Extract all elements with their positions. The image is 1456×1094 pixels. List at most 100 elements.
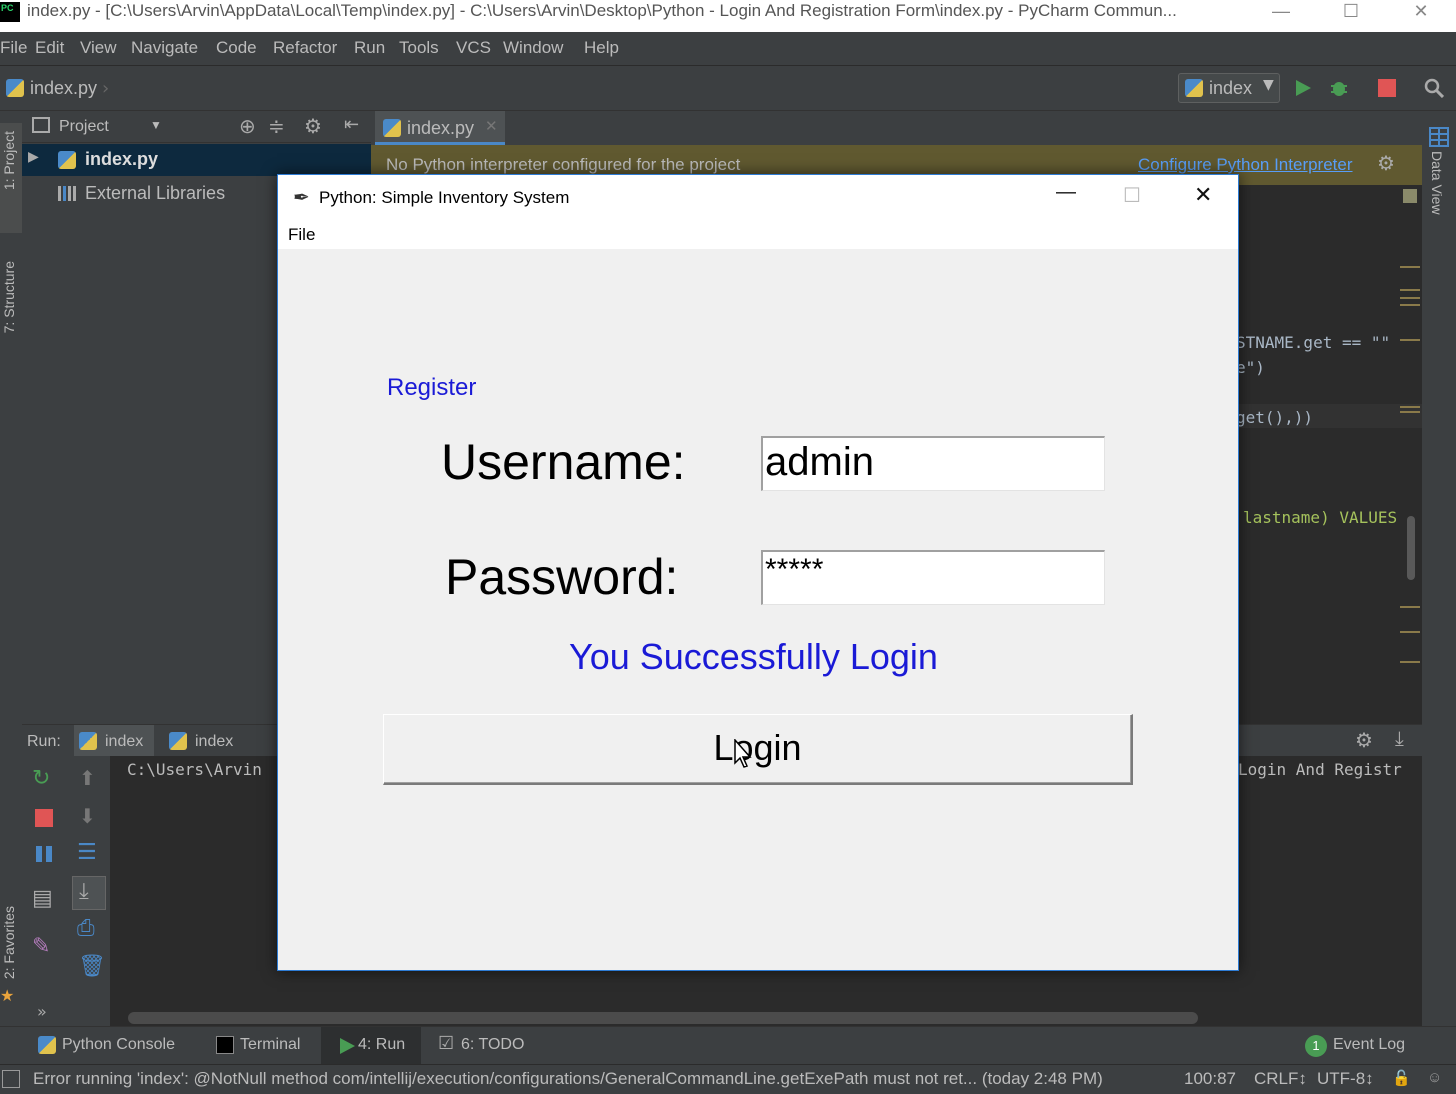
menu-window[interactable]: Window [503, 38, 563, 58]
navigation-bar: index.py › index ▼ [0, 66, 1456, 111]
run-config-select[interactable]: index ▼ [1178, 73, 1280, 103]
debug-icon[interactable] [1329, 78, 1349, 98]
run-icon[interactable] [1293, 78, 1313, 98]
tool-project[interactable]: 1: Project [1, 131, 17, 190]
left-tool-strip: 1: Project 7: Structure 2: Favorites ★ [0, 111, 22, 1026]
password-input[interactable]: ***** [761, 550, 1105, 605]
expand-icon[interactable]: ▶ [28, 149, 39, 165]
collapse-icon[interactable]: ≑ [268, 114, 285, 139]
tk-app-window: ✒ Python: Simple Inventory System — ☐ ✕ … [277, 174, 1239, 971]
tab-run-label: 4: Run [358, 1036, 406, 1053]
tool-data-view[interactable]: Data View [1429, 151, 1445, 215]
menu-refactor[interactable]: Refactor [273, 38, 337, 58]
python-file-icon [6, 79, 24, 97]
menu-help[interactable]: Help [584, 38, 619, 58]
cursor-position[interactable]: 100:87 [1184, 1069, 1236, 1089]
hide-panel-icon[interactable]: ⇤ [344, 114, 359, 135]
run-tab-index[interactable]: index [74, 725, 154, 757]
right-tool-strip: Data View [1422, 111, 1456, 1026]
tk-menu-file[interactable]: File [288, 225, 315, 245]
tk-close-button[interactable]: ✕ [1194, 182, 1212, 208]
todo-icon: ☑ [438, 1033, 455, 1053]
register-link[interactable]: Register [387, 374, 476, 402]
lock-icon[interactable]: 🔓 [1392, 1069, 1411, 1087]
console-scrollbar[interactable] [128, 1012, 1198, 1024]
menu-code[interactable]: Code [216, 38, 257, 58]
pycharm-logo: PC [0, 2, 20, 22]
tree-item-external-libraries[interactable]: External Libraries [85, 183, 225, 204]
chevron-down-icon[interactable]: ▼ [150, 118, 162, 132]
run-icon [340, 1038, 355, 1054]
window-title-bar: PC index.py - [C:\Users\Arvin\AppData\Lo… [0, 0, 1456, 32]
close-tab-icon[interactable]: ✕ [485, 117, 498, 135]
project-view-select[interactable]: Project [59, 118, 109, 136]
menu-run[interactable]: Run [354, 38, 385, 58]
tab-event-log[interactable]: Event Log [1333, 1036, 1405, 1054]
search-icon[interactable] [1424, 78, 1444, 98]
scroll-end-icon: ⤓ [79, 879, 89, 904]
bottom-tool-bar: Python Console Terminal 4: Run ☑ 6: TODO… [0, 1026, 1456, 1065]
gear-icon[interactable]: ⚙ [1377, 151, 1395, 176]
configure-interpreter-link[interactable]: Configure Python Interpreter [1138, 155, 1353, 175]
file-encoding[interactable]: UTF-8↕ [1317, 1069, 1374, 1089]
close-button[interactable]: ✕ [1386, 0, 1456, 30]
pause-icon[interactable] [34, 844, 54, 864]
tab-todo[interactable]: 6: TODO [461, 1036, 524, 1054]
login-button[interactable]: Login [383, 714, 1133, 785]
window-title: index.py - [C:\Users\Arvin\AppData\Local… [27, 1, 1177, 20]
stop-icon[interactable] [34, 808, 54, 828]
status-message[interactable]: Error running 'index': @NotNull method c… [33, 1069, 1103, 1089]
username-input[interactable]: admin [761, 436, 1105, 491]
soft-wrap-icon[interactable]: ☰ [77, 840, 97, 865]
scroll-to-end-button[interactable]: ⤓ [72, 876, 106, 910]
rerun-icon[interactable]: ↻ [32, 766, 50, 791]
maximize-button[interactable]: ☐ [1316, 0, 1386, 30]
more-icon[interactable]: » [37, 1002, 47, 1021]
tab-index-py[interactable]: index.py ✕ [375, 111, 505, 145]
menu-vcs[interactable]: VCS [456, 38, 491, 58]
run-tab-index[interactable]: index [164, 725, 244, 757]
toggle-panels-icon[interactable] [2, 1070, 20, 1088]
tk-maximize-button[interactable]: ☐ [1123, 183, 1141, 208]
menu-edit[interactable]: Edit [35, 38, 64, 58]
list-item-selected[interactable]: ▶ index.py [22, 144, 371, 176]
menu-navigate[interactable]: Navigate [131, 38, 198, 58]
pin-icon[interactable]: ✎ [32, 934, 50, 959]
tab-terminal[interactable]: Terminal [240, 1036, 300, 1054]
trash-icon[interactable]: 🗑 [78, 954, 106, 979]
tk-minimize-button[interactable]: — [1056, 181, 1076, 204]
tree-item-index[interactable]: index.py [85, 149, 158, 170]
warning-text: No Python interpreter configured for the… [386, 155, 741, 174]
menu-tools[interactable]: Tools [399, 38, 439, 58]
breadcrumb[interactable]: index.py [30, 78, 97, 99]
menu-bar: File Edit View Navigate Code Refactor Ru… [0, 32, 1456, 66]
locate-icon[interactable]: ⊕ [239, 114, 256, 139]
menu-file[interactable]: File [0, 38, 27, 58]
chevron-down-icon: ▼ [1263, 77, 1274, 93]
python-console-icon [38, 1036, 56, 1054]
stop-icon[interactable] [1377, 78, 1397, 98]
table-icon [1429, 127, 1449, 147]
menu-view[interactable]: View [80, 38, 117, 58]
run-tab-label: index [195, 733, 234, 750]
tool-structure[interactable]: 7: Structure [1, 261, 17, 333]
tab-run[interactable]: 4: Run [321, 1027, 421, 1065]
arrow-up-icon[interactable]: ⬆ [79, 766, 96, 790]
minimize-button[interactable]: — [1246, 0, 1316, 30]
gear-icon[interactable]: ⚙ [1355, 728, 1373, 753]
project-panel-header: Project ▼ ⊕ ≑ ⚙ ⇤ [22, 111, 371, 143]
tab-python-console[interactable]: Python Console [62, 1036, 175, 1054]
code-line: STNAME.get == "" [1236, 333, 1391, 352]
line-separator[interactable]: CRLF↕ [1254, 1069, 1307, 1089]
inspector-icon[interactable]: ☺ [1427, 1069, 1442, 1086]
arrow-down-icon[interactable]: ⬇ [79, 804, 96, 828]
inspection-indicator[interactable] [1403, 189, 1417, 203]
download-icon[interactable]: ⤓ [1395, 728, 1404, 751]
tool-favorites[interactable]: 2: Favorites [1, 906, 17, 979]
status-bar: Error running 'index': @NotNull method c… [0, 1064, 1456, 1094]
layout-icon[interactable]: ▤ [32, 886, 53, 911]
print-icon[interactable]: ⎙ [77, 916, 95, 941]
console-output: Login And Registr [1238, 760, 1402, 779]
gear-icon[interactable]: ⚙ [304, 114, 322, 139]
editor-scrollbar[interactable] [1407, 516, 1415, 580]
